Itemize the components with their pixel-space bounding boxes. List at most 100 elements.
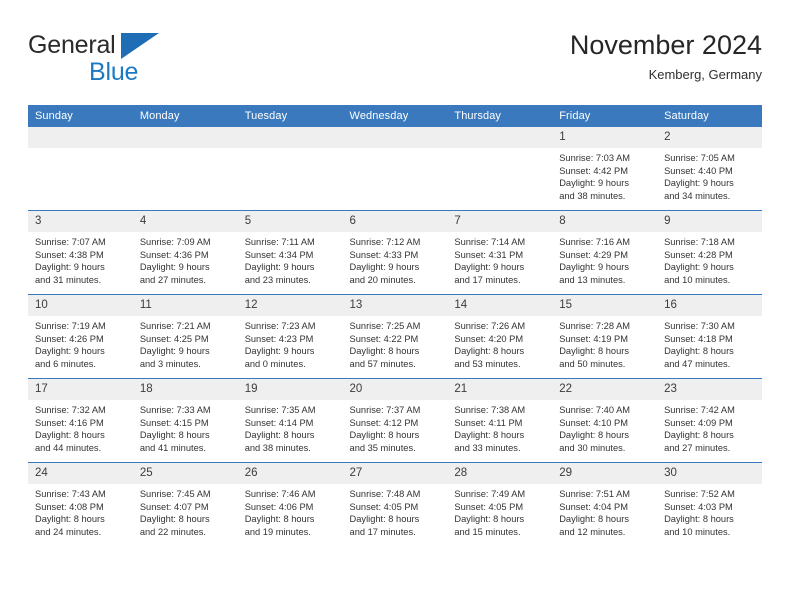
sunset-time: Sunset: 4:31 PM bbox=[454, 249, 524, 260]
day-number: 27 bbox=[342, 463, 448, 484]
day-details: Sunrise: 7:18 AM Sunset: 4:28 PM Daylight:… bbox=[657, 232, 762, 286]
day-details: Sunrise: 7:25 AM Sunset: 4:22 PM Daylight:… bbox=[343, 316, 448, 370]
sunrise-time: Sunrise: 7:23 AM bbox=[244, 321, 316, 331]
day-details: Sunrise: 7:42 AM Sunset: 4:09 PM Daylight:… bbox=[657, 400, 762, 454]
sunset-time: Sunset: 4:18 PM bbox=[664, 333, 733, 344]
sunrise-time: Sunrise: 7:43 AM bbox=[35, 489, 106, 499]
daylight-duration-line1: Daylight: 9 hours bbox=[244, 346, 315, 357]
day-details: Sunrise: 7:19 AM Sunset: 4:26 PM Daylight:… bbox=[28, 316, 133, 370]
sunset-time: Sunset: 4:05 PM bbox=[454, 501, 524, 512]
calendar-day-cell[interactable]: 18 Sunrise: 7:33 AM Sunset: 4:15 PM Dayligh… bbox=[132, 378, 238, 463]
day-details: Sunrise: 7:03 AM Sunset: 4:42 PM Daylight:… bbox=[552, 148, 657, 202]
sunset-time: Sunset: 4:03 PM bbox=[664, 501, 733, 512]
sunrise-time: Sunrise: 7:05 AM bbox=[664, 153, 735, 163]
calendar-day-cell[interactable]: 1 Sunrise: 7:03 AM Sunset: 4:42 PM Daylight… bbox=[552, 127, 658, 211]
day-details: Sunrise: 7:11 AM Sunset: 4:34 PM Daylight:… bbox=[238, 232, 343, 286]
daylight-duration-line2: and 30 minutes. bbox=[559, 442, 626, 453]
calendar-day-cell[interactable]: 15 Sunrise: 7:28 AM Sunset: 4:19 PM Dayligh… bbox=[552, 294, 658, 379]
sunset-time: Sunset: 4:22 PM bbox=[349, 333, 419, 344]
calendar-day-cell[interactable]: 2 Sunrise: 7:05 AM Sunset: 4:40 PM Daylight… bbox=[657, 127, 762, 211]
calendar-day-cell[interactable]: 19 Sunrise: 7:35 AM Sunset: 4:14 PM Dayligh… bbox=[237, 378, 343, 463]
day-number: 8 bbox=[552, 211, 658, 232]
daylight-duration-line1: Daylight: 8 hours bbox=[35, 514, 105, 525]
calendar-day-cell[interactable]: 6 Sunrise: 7:12 AM Sunset: 4:33 PM Daylight… bbox=[342, 210, 448, 295]
day-details: Sunrise: 7:05 AM Sunset: 4:40 PM Daylight:… bbox=[657, 148, 762, 202]
calendar-week-row: 3 Sunrise: 7:07 AM Sunset: 4:38 PM Daylight… bbox=[28, 210, 762, 295]
calendar-day-cell[interactable]: 17 Sunrise: 7:32 AM Sunset: 4:16 PM Dayligh… bbox=[28, 378, 133, 463]
sunset-time: Sunset: 4:23 PM bbox=[244, 333, 314, 344]
daylight-duration-line1: Daylight: 8 hours bbox=[454, 430, 525, 441]
daylight-duration-line2: and 33 minutes. bbox=[454, 442, 521, 453]
sunset-time: Sunset: 4:08 PM bbox=[35, 501, 104, 512]
calendar-header-row: Sunday Monday Tuesday Wednesday Thursday Frid… bbox=[28, 105, 762, 127]
calendar-week-row: 1 Sunrise: 7:03 AM Sunset: 4:42 PM Daylight… bbox=[28, 127, 762, 211]
calendar-day-cell[interactable]: 8 Sunrise: 7:16 AM Sunset: 4:29 PM Daylight… bbox=[552, 210, 658, 295]
calendar-day-cell[interactable]: 23 Sunrise: 7:42 AM Sunset: 4:09 PM Dayligh… bbox=[657, 378, 762, 463]
calendar-day-cell[interactable]: 3 Sunrise: 7:07 AM Sunset: 4:38 PM Daylight… bbox=[28, 210, 133, 295]
calendar-day-cell[interactable]: 9 Sunrise: 7:18 AM Sunset: 4:28 PM Daylight… bbox=[657, 210, 762, 295]
day-details: Sunrise: 7:26 AM Sunset: 4:20 PM Daylight:… bbox=[447, 316, 552, 370]
day-details: Sunrise: 7:23 AM Sunset: 4:23 PM Daylight:… bbox=[238, 316, 343, 370]
day-number bbox=[342, 127, 448, 148]
day-number: 11 bbox=[132, 295, 238, 316]
day-number: 10 bbox=[28, 295, 133, 316]
daylight-duration-line2: and 47 minutes. bbox=[664, 358, 731, 369]
day-number: 9 bbox=[657, 211, 762, 232]
calendar-page: General Blue November 2024 Kemberg, Germ… bbox=[0, 0, 792, 612]
daylight-duration-line1: Daylight: 8 hours bbox=[35, 430, 105, 441]
daylight-duration-line1: Daylight: 8 hours bbox=[454, 514, 525, 525]
calendar-day-cell[interactable]: 13 Sunrise: 7:25 AM Sunset: 4:22 PM Dayligh… bbox=[342, 294, 448, 379]
daylight-duration-line2: and 12 minutes. bbox=[559, 526, 626, 537]
calendar-day-cell[interactable]: 30 Sunrise: 7:52 AM Sunset: 4:03 PM Dayligh… bbox=[657, 462, 762, 546]
day-details: Sunrise: 7:52 AM Sunset: 4:03 PM Daylight:… bbox=[657, 484, 762, 538]
day-number: 25 bbox=[132, 463, 238, 484]
daylight-duration-line1: Daylight: 9 hours bbox=[35, 346, 105, 357]
weekday-headers: Sunday Monday Tuesday Wednesday Thursday Frid… bbox=[28, 105, 762, 127]
general-blue-logo[interactable]: General Blue bbox=[28, 32, 258, 90]
calendar-day-cell[interactable]: 7 Sunrise: 7:14 AM Sunset: 4:31 PM Daylight… bbox=[447, 210, 553, 295]
weekday-header-tuesday: Tuesday bbox=[237, 105, 343, 127]
calendar-day-cell[interactable]: 5 Sunrise: 7:11 AM Sunset: 4:34 PM Daylight… bbox=[237, 210, 343, 295]
daylight-duration-line2: and 3 minutes. bbox=[139, 358, 201, 369]
daylight-duration-line1: Daylight: 9 hours bbox=[349, 262, 420, 273]
daylight-duration-line1: Daylight: 8 hours bbox=[664, 430, 734, 441]
calendar-day-cell[interactable]: 14 Sunrise: 7:26 AM Sunset: 4:20 PM Dayligh… bbox=[447, 294, 553, 379]
day-number: 16 bbox=[657, 295, 762, 316]
page-subtitle: Kemberg, Germany bbox=[648, 67, 762, 82]
calendar-day-cell[interactable]: 22 Sunrise: 7:40 AM Sunset: 4:10 PM Dayligh… bbox=[552, 378, 658, 463]
calendar-day-cell[interactable]: 10 Sunrise: 7:19 AM Sunset: 4:26 PM Dayligh… bbox=[28, 294, 133, 379]
calendar-day-cell[interactable]: 29 Sunrise: 7:51 AM Sunset: 4:04 PM Dayligh… bbox=[552, 462, 658, 546]
day-number: 5 bbox=[237, 211, 343, 232]
calendar-day-cell[interactable]: 26 Sunrise: 7:46 AM Sunset: 4:06 PM Dayligh… bbox=[237, 462, 343, 546]
calendar-day-cell[interactable]: 4 Sunrise: 7:09 AM Sunset: 4:36 PM Daylight… bbox=[132, 210, 238, 295]
daylight-duration-line1: Daylight: 8 hours bbox=[559, 514, 629, 525]
daylight-duration-line2: and 0 minutes. bbox=[244, 358, 306, 369]
calendar-day-cell[interactable]: 24 Sunrise: 7:43 AM Sunset: 4:08 PM Dayligh… bbox=[28, 462, 133, 546]
daylight-duration-line1: Daylight: 9 hours bbox=[559, 262, 629, 273]
day-details: Sunrise: 7:38 AM Sunset: 4:11 PM Daylight:… bbox=[447, 400, 552, 454]
weekday-header-saturday: Saturday bbox=[657, 105, 762, 127]
calendar-day-cell[interactable]: 25 Sunrise: 7:45 AM Sunset: 4:07 PM Dayligh… bbox=[132, 462, 238, 546]
calendar-day-cell[interactable]: 28 Sunrise: 7:49 AM Sunset: 4:05 PM Dayligh… bbox=[447, 462, 553, 546]
sunset-time: Sunset: 4:07 PM bbox=[139, 501, 209, 512]
daylight-duration-line1: Daylight: 9 hours bbox=[559, 178, 629, 189]
calendar-day-cell[interactable]: 27 Sunrise: 7:48 AM Sunset: 4:05 PM Dayligh… bbox=[342, 462, 448, 546]
day-details: Sunrise: 7:46 AM Sunset: 4:06 PM Daylight:… bbox=[238, 484, 343, 538]
day-details: Sunrise: 7:16 AM Sunset: 4:29 PM Daylight:… bbox=[552, 232, 657, 286]
calendar-day-cell[interactable]: 20 Sunrise: 7:37 AM Sunset: 4:12 PM Dayligh… bbox=[342, 378, 448, 463]
daylight-duration-line2: and 53 minutes. bbox=[454, 358, 521, 369]
calendar-day-cell[interactable]: 11 Sunrise: 7:21 AM Sunset: 4:25 PM Dayligh… bbox=[132, 294, 238, 379]
logo-text-blue: Blue bbox=[89, 58, 139, 86]
calendar-day-cell[interactable]: 16 Sunrise: 7:30 AM Sunset: 4:18 PM Dayligh… bbox=[657, 294, 762, 379]
day-number: 18 bbox=[132, 379, 238, 400]
day-number: 13 bbox=[342, 295, 448, 316]
calendar-day-cell-empty bbox=[28, 127, 133, 211]
calendar-day-cell[interactable]: 21 Sunrise: 7:38 AM Sunset: 4:11 PM Dayligh… bbox=[447, 378, 553, 463]
day-details: Sunrise: 7:07 AM Sunset: 4:38 PM Daylight:… bbox=[28, 232, 133, 286]
day-details: Sunrise: 7:51 AM Sunset: 4:04 PM Daylight:… bbox=[552, 484, 657, 538]
daylight-duration-line2: and 24 minutes. bbox=[35, 526, 102, 537]
day-details: Sunrise: 7:40 AM Sunset: 4:10 PM Daylight:… bbox=[552, 400, 657, 454]
calendar-day-cell[interactable]: 12 Sunrise: 7:23 AM Sunset: 4:23 PM Dayligh… bbox=[237, 294, 343, 379]
day-details: Sunrise: 7:43 AM Sunset: 4:08 PM Daylight:… bbox=[28, 484, 133, 538]
day-number: 24 bbox=[28, 463, 133, 484]
